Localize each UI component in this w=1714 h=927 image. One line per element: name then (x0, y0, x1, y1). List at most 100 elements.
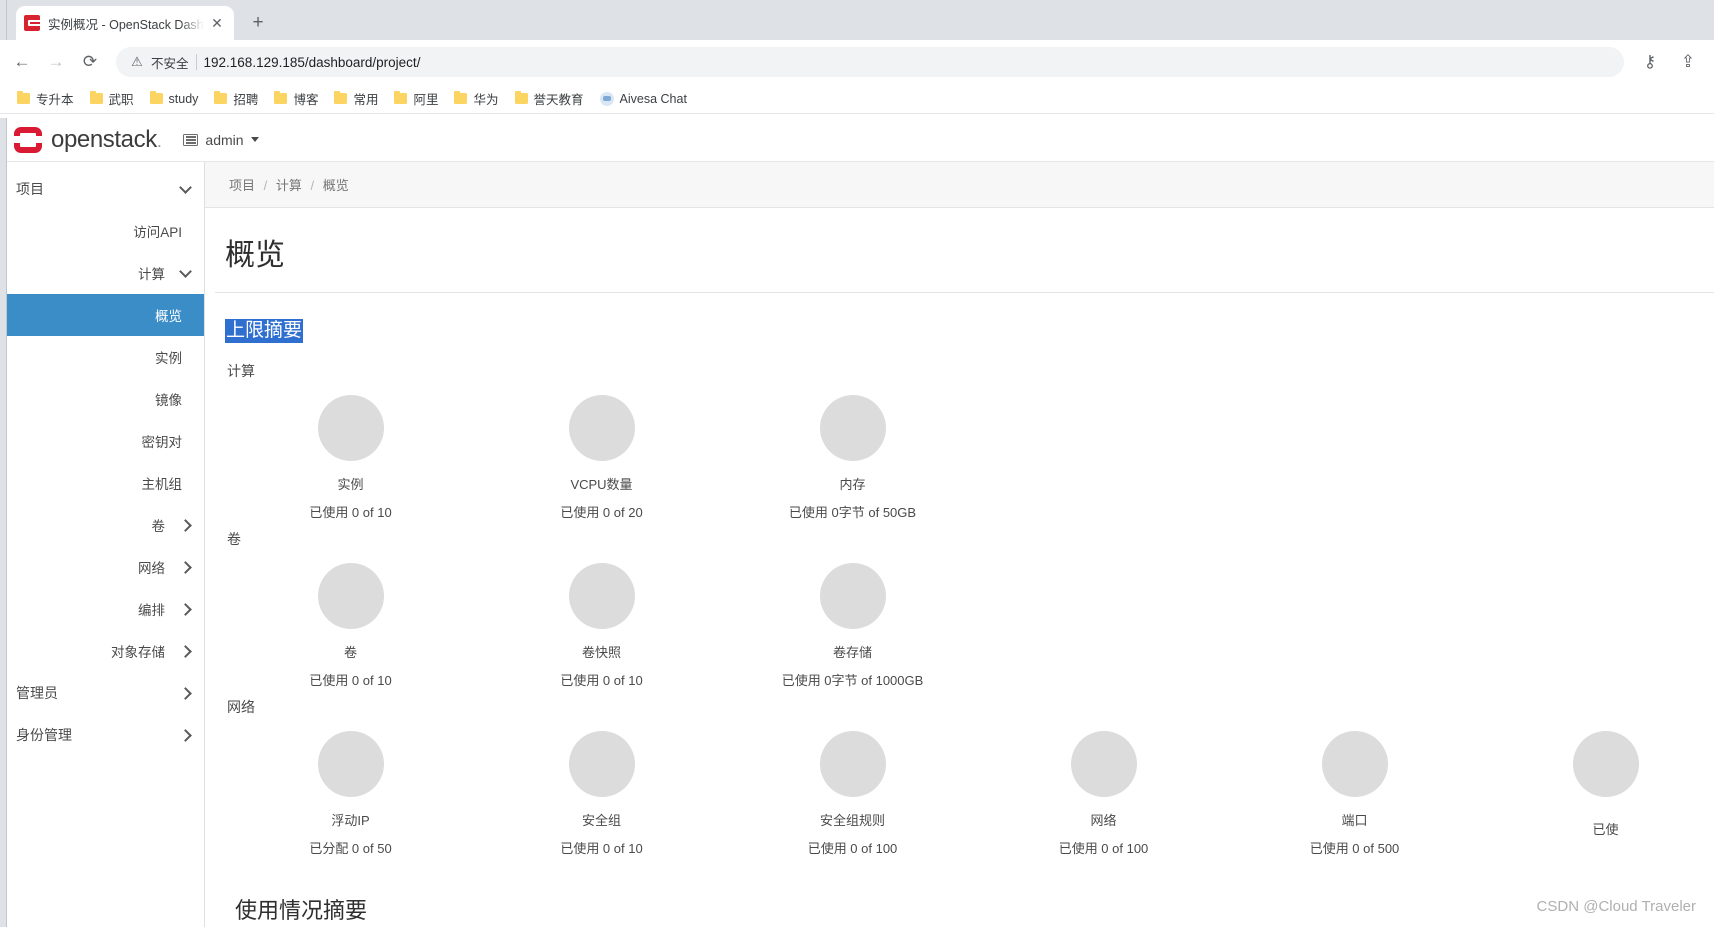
new-tab-button[interactable]: + (244, 9, 272, 37)
bookmark-item[interactable]: 专升本 (10, 86, 83, 111)
gauge-circle-icon (1321, 730, 1388, 797)
sidebar-item-label: 密钥对 (141, 435, 183, 450)
gauge-value: 已使用 0字节 of 1000GB (781, 672, 924, 688)
gauge-value: 已使用 0 of 10 (309, 672, 392, 688)
sidebar: 项目 访问API 计算 概览 实例 镜像 密钥对 主机组 卷 网络 编排 对象存… (0, 162, 205, 927)
gauge-value: 已使用 0 of 10 (309, 504, 392, 520)
gauge-value: 已使 (1592, 821, 1619, 837)
sidebar-group-label: 对象存储 (111, 645, 165, 660)
sidebar-item-label: 概览 (155, 309, 182, 324)
sidebar-item-label: 镜像 (155, 393, 182, 408)
chevron-right-icon (179, 686, 192, 700)
overview-body: 上限摘要 计算 实例 已使用 0 of 10 VCPU数量 已使用 0 of 2… (205, 293, 1714, 925)
sidebar-group-label: 网络 (138, 561, 165, 576)
bookmark-item[interactable]: 誉天教育 (508, 86, 593, 111)
bookmark-label: 招聘 (233, 93, 259, 107)
gauge-value: 已分配 0 of 50 (309, 840, 392, 856)
security-label: 不安全 (151, 56, 189, 71)
gauge-label: VCPU数量 (570, 476, 633, 492)
reload-icon[interactable]: ⟳ (74, 46, 106, 78)
gauge-label: 卷 (343, 644, 357, 660)
folder-icon (394, 90, 408, 104)
folder-icon (334, 90, 348, 104)
gauge-volume-snapshots: 卷快照 已使用 0 of 10 (476, 555, 727, 689)
address-bar[interactable]: ⚠ 不安全 192.168.129.185/dashboard/project/ (116, 47, 1624, 77)
sidebar-group-object-store[interactable]: 对象存储 (0, 630, 204, 672)
warning-icon: ⚠ (131, 54, 143, 69)
gauge-ports: 端口 已使用 0 of 500 (1229, 723, 1480, 857)
chevron-right-icon (179, 560, 192, 574)
gauge-label: 端口 (1341, 812, 1368, 828)
gauge-volume-storage: 卷存储 已使用 0字节 of 1000GB (727, 555, 978, 689)
sidebar-group-identity[interactable]: 身份管理 (0, 714, 204, 756)
breadcrumb-item-compute[interactable]: 计算 (276, 178, 302, 193)
gauge-circle-icon (568, 562, 635, 629)
brand-name: openstack. (51, 125, 162, 153)
sidebar-item-server-groups[interactable]: 主机组 (0, 462, 204, 504)
chevron-right-icon (179, 518, 192, 532)
openstack-header: openstack. admin (0, 118, 1714, 162)
bookmark-item[interactable]: 武职 (83, 86, 143, 111)
bookmark-label: 常用 (353, 93, 379, 107)
close-icon[interactable]: ✕ (208, 14, 226, 32)
sidebar-group-project[interactable]: 项目 (0, 168, 204, 210)
bookmark-item[interactable]: 常用 (327, 86, 387, 111)
omnibox-divider (195, 54, 197, 70)
page-viewport: openstack. admin 项目 访问API 计算 概览 实例 镜像 密钥… (0, 118, 1714, 927)
folder-icon (274, 90, 288, 104)
gauge-circle-icon (819, 730, 886, 797)
sidebar-group-orchestration[interactable]: 编排 (0, 588, 204, 630)
bookmark-label: 专升本 (36, 93, 74, 107)
bookmark-item[interactable]: 华为 (447, 86, 507, 111)
share-icon[interactable]: ⇪ (1672, 46, 1704, 78)
sidebar-group-admin[interactable]: 管理员 (0, 672, 204, 714)
browser-tab[interactable]: 实例概况 - OpenStack Dashboa ✕ (16, 6, 234, 40)
gauge-value: 已使用 0 of 100 (1058, 840, 1149, 856)
password-key-icon[interactable]: ⚷ (1634, 46, 1666, 78)
bookmark-item[interactable]: 博客 (267, 86, 327, 111)
project-icon (183, 133, 199, 146)
sidebar-item-overview[interactable]: 概览 (0, 294, 204, 336)
sidebar-group-compute[interactable]: 计算 (0, 252, 204, 294)
gauge-circle-icon (1572, 730, 1639, 797)
sidebar-group-label: 计算 (138, 267, 165, 282)
bookmark-item[interactable]: 招聘 (207, 86, 267, 111)
chevron-right-icon (179, 644, 192, 658)
chevron-right-icon (179, 602, 192, 616)
gauge-networks: 网络 已使用 0 of 100 (978, 723, 1229, 857)
gauge-value: 已使用 0 of 20 (560, 504, 643, 520)
sidebar-item-label: 实例 (155, 351, 182, 366)
gauge-label: 卷存储 (832, 644, 872, 660)
sidebar-group-label: 项目 (16, 181, 44, 197)
sidebar-item-images[interactable]: 镜像 (0, 378, 204, 420)
sidebar-item-label: 主机组 (141, 477, 183, 492)
project-name: admin (205, 131, 244, 148)
window-edge (0, 0, 7, 40)
sidebar-item-key-pairs[interactable]: 密钥对 (0, 420, 204, 462)
sidebar-item-instances[interactable]: 实例 (0, 336, 204, 378)
toolbar-right-group: ⚷ ⇪ (1634, 46, 1704, 78)
brand-dot: . (156, 130, 162, 151)
forward-icon[interactable]: → (40, 46, 72, 78)
openstack-logo[interactable]: openstack. (13, 125, 162, 154)
sidebar-item-api-access[interactable]: 访问API (0, 210, 204, 252)
page-body: 项目 访问API 计算 概览 实例 镜像 密钥对 主机组 卷 网络 编排 对象存… (0, 162, 1714, 927)
gauge-row-network: 浮动IP 已分配 0 of 50 安全组 已使用 0 of 10 安全组规则 已… (225, 723, 1714, 857)
back-icon[interactable]: ← (6, 46, 38, 78)
gauge-instances: 实例 已使用 0 of 10 (225, 387, 476, 521)
breadcrumb-item-project[interactable]: 项目 (229, 178, 255, 193)
bookmark-label: 武职 (108, 93, 134, 107)
sidebar-group-volumes[interactable]: 卷 (0, 504, 204, 546)
project-selector[interactable]: admin (183, 131, 259, 148)
gauge-circle-icon (568, 394, 635, 461)
gauge-circle-icon (568, 730, 635, 797)
gauge-volumes: 卷 已使用 0 of 10 (225, 555, 476, 689)
gauge-vcpus: VCPU数量 已使用 0 of 20 (476, 387, 727, 521)
bookmark-item[interactable]: Aivesa Chat (593, 89, 696, 109)
browser-window: 实例概况 - OpenStack Dashboa ✕ + ← → ⟳ ⚠ 不安全… (0, 0, 1714, 927)
gauge-circle-icon (317, 394, 384, 461)
sidebar-group-network[interactable]: 网络 (0, 546, 204, 588)
gauge-circle-icon (819, 394, 886, 461)
bookmark-item[interactable]: study (143, 89, 208, 109)
bookmark-item[interactable]: 阿里 (387, 86, 447, 111)
